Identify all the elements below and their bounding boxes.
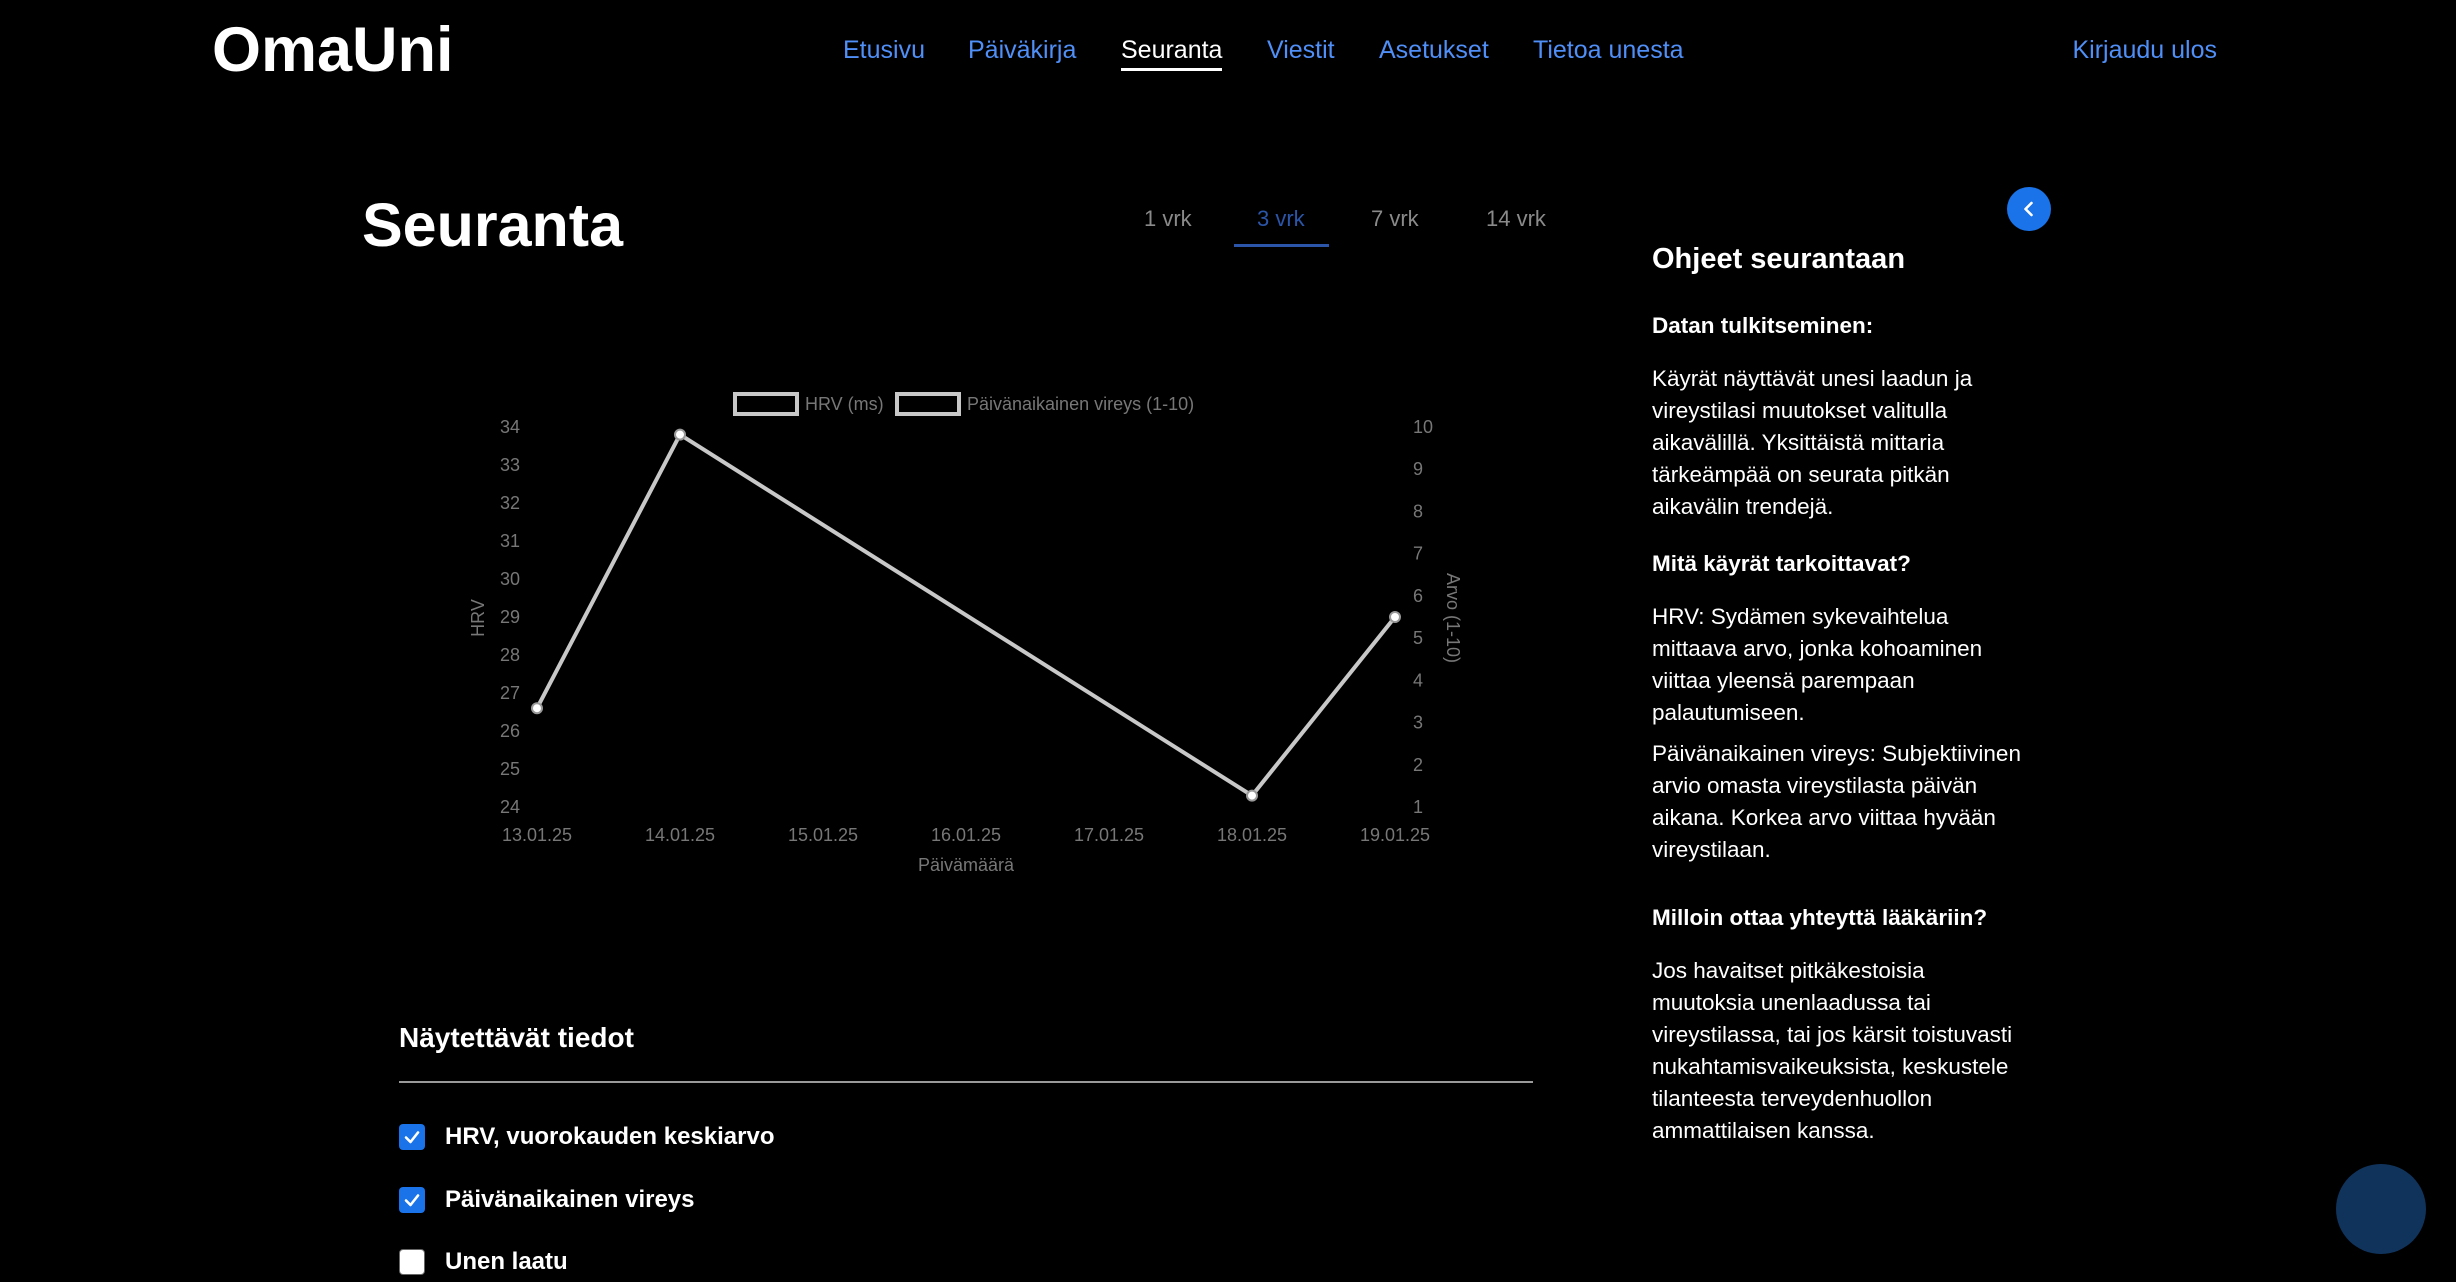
y-tick-left: 31 — [500, 531, 520, 551]
legend-swatch — [733, 392, 799, 416]
app-logo[interactable]: OmaUni — [212, 14, 454, 86]
x-tick: 15.01.25 — [788, 825, 858, 845]
legend-label: HRV (ms) — [805, 394, 884, 414]
y-axis-title-right: Arvo (1-10) — [1443, 573, 1463, 663]
series-line — [535, 432, 1397, 798]
legend-label: Päivänaikainen vireys (1-10) — [967, 394, 1194, 414]
y-tick-right: 10 — [1413, 417, 1433, 437]
y-tick-left: 26 — [500, 721, 520, 741]
sidebar-heading: Mitä käyrät tarkoittavat? — [1652, 551, 1911, 576]
check-icon — [404, 1131, 420, 1144]
sidebar-section-kayrat: Mitä käyrät tarkoittavat? HRV: Sydämen s… — [1652, 548, 2022, 866]
sidebar-title: Ohjeet seurantaan — [1652, 243, 1906, 275]
logout-link[interactable]: Kirjaudu ulos — [2072, 36, 2217, 65]
check-icon — [404, 1194, 420, 1207]
sidebar-paragraph: Päivänaikainen vireys: Subjektiivinen ar… — [1652, 741, 2021, 862]
chat-bubble-button[interactable] — [2336, 1164, 2426, 1254]
y-tick-right: 6 — [1413, 586, 1423, 606]
tab-1-vrk[interactable]: 1 vrk — [1144, 206, 1192, 232]
nav-item-paivakirja[interactable]: Päiväkirja — [968, 36, 1076, 65]
nav-item-viestit[interactable]: Viestit — [1267, 36, 1335, 65]
y-tick-left: 28 — [500, 645, 520, 665]
y-tick-left: 30 — [500, 569, 520, 589]
data-point — [674, 428, 686, 441]
options-title: Näytettävät tiedot — [399, 1022, 634, 1053]
y-tick-right: 3 — [1413, 713, 1423, 733]
y-tick-right: 4 — [1413, 670, 1423, 690]
page-title: Seuranta — [362, 191, 624, 259]
sidebar-paragraph: Jos havaitset pitkäkestoisia muutoksia u… — [1652, 958, 2013, 1143]
active-tab-indicator — [1234, 244, 1329, 247]
y-tick-left: 33 — [500, 455, 520, 475]
legend-swatch — [895, 392, 961, 416]
nav-item-tietoa-unesta[interactable]: Tietoa unesta — [1533, 36, 1684, 65]
y-tick-right: 1 — [1413, 797, 1423, 817]
tab-3-vrk[interactable]: 3 vrk — [1257, 206, 1305, 232]
option-label-vireys: Päivänaikainen vireys — [445, 1186, 695, 1213]
sidebar-section-laakari: Milloin ottaa yhteyttä lääkäriin? Jos ha… — [1652, 902, 2022, 1147]
nav-item-etusivu[interactable]: Etusivu — [843, 36, 925, 65]
x-axis-title: Päivämäärä — [918, 855, 1015, 875]
option-label-hrv: HRV, vuorokauden keskiarvo — [445, 1123, 775, 1150]
sidebar-paragraph: Käyrät näyttävät unesi laadun ja vireyst… — [1652, 366, 1973, 519]
y-tick-left: 32 — [500, 493, 520, 513]
options-divider — [399, 1081, 1533, 1083]
y-tick-left: 34 — [500, 417, 520, 437]
y-axis-title-left: HRV — [468, 599, 488, 637]
y-tick-left: 25 — [500, 759, 520, 779]
tab-14-vrk[interactable]: 14 vrk — [1486, 206, 1546, 232]
tab-7-vrk[interactable]: 7 vrk — [1371, 206, 1419, 232]
checkbox-hrv[interactable] — [399, 1124, 425, 1150]
checkbox-vireys[interactable] — [399, 1187, 425, 1213]
option-label-unen-laatu: Unen laatu — [445, 1248, 568, 1275]
y-tick-right: 5 — [1413, 628, 1423, 648]
sidebar-collapse-button[interactable] — [2007, 187, 2051, 231]
y-tick-left: 24 — [500, 797, 520, 817]
x-tick: 14.01.25 — [645, 825, 715, 845]
option-vireys[interactable]: Päivänaikainen vireys — [399, 1185, 695, 1215]
option-hrv[interactable]: HRV, vuorokauden keskiarvo — [399, 1122, 774, 1152]
nav-item-asetukset[interactable]: Asetukset — [1379, 36, 1489, 65]
sidebar-paragraph: HRV: Sydämen sykevaihtelua mittaava arvo… — [1652, 604, 1983, 725]
sidebar-heading: Milloin ottaa yhteyttä lääkäriin? — [1652, 905, 1988, 930]
x-tick: 16.01.25 — [931, 825, 1001, 845]
y-tick-right: 7 — [1413, 544, 1423, 564]
chevron-left-icon — [2024, 201, 2033, 217]
data-point — [1246, 789, 1258, 802]
y-tick-left: 27 — [500, 683, 520, 703]
x-tick: 13.01.25 — [502, 825, 572, 845]
x-tick: 18.01.25 — [1217, 825, 1287, 845]
sidebar-heading: Datan tulkitseminen: — [1652, 313, 1874, 338]
x-tick: 19.01.25 — [1360, 825, 1430, 845]
y-tick-right: 8 — [1413, 501, 1423, 521]
y-tick-right: 2 — [1413, 755, 1423, 775]
nav-item-seuranta[interactable]: Seuranta — [1121, 36, 1223, 71]
option-unen-laatu[interactable]: Unen laatu — [399, 1247, 568, 1277]
data-point — [1389, 611, 1401, 623]
data-point — [531, 702, 543, 715]
x-tick: 17.01.25 — [1074, 825, 1144, 845]
y-tick-left: 29 — [500, 607, 520, 627]
checkbox-unen-laatu[interactable] — [399, 1249, 425, 1275]
sidebar-section-tulkitseminen: Datan tulkitseminen: Käyrät näyttävät un… — [1652, 310, 2022, 523]
y-tick-right: 9 — [1413, 459, 1423, 479]
